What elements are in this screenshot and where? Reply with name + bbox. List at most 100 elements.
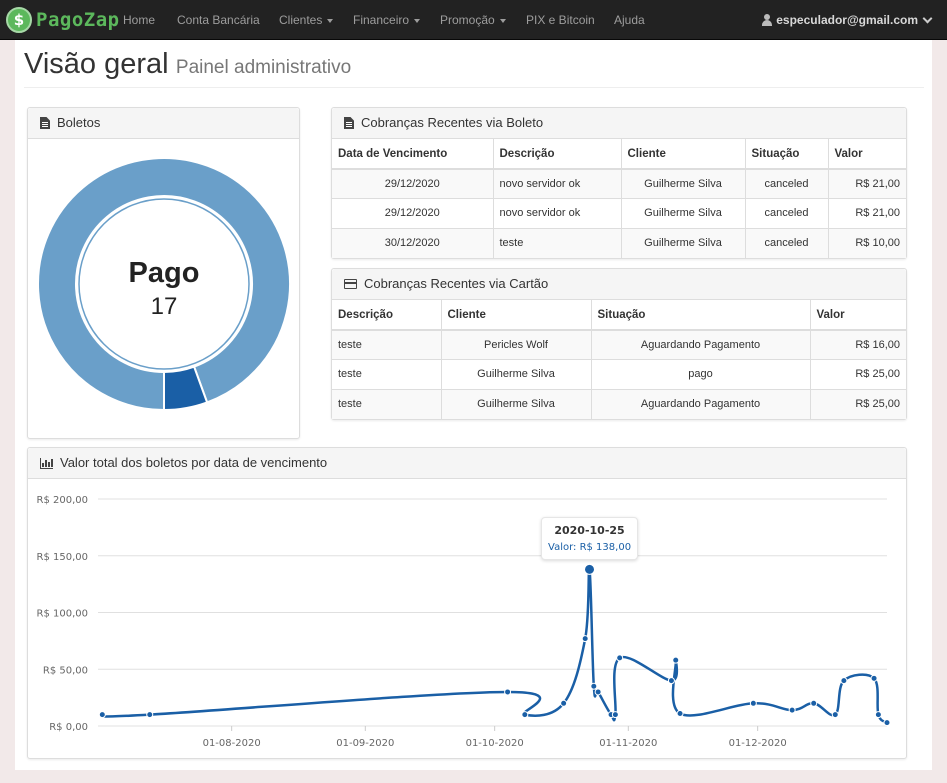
nav-conta-bancaria[interactable]: Conta Bancária bbox=[177, 0, 260, 40]
main-content: Visão geral Painel administrativo Boleto… bbox=[15, 40, 932, 770]
data-point[interactable] bbox=[504, 688, 512, 696]
cell-status: canceled bbox=[745, 168, 829, 199]
cell-due-date: 29/12/2020 bbox=[332, 198, 494, 228]
cell-description: novo servidor ok bbox=[493, 168, 622, 199]
column-header[interactable]: Situação bbox=[591, 300, 811, 331]
panel-title: Cobranças Recentes via Cartão bbox=[364, 276, 549, 291]
data-point[interactable] bbox=[581, 635, 589, 643]
series-points bbox=[98, 563, 891, 727]
data-point[interactable] bbox=[667, 677, 675, 685]
top-navbar: $ PagoZap Home Conta Bancária Clientes F… bbox=[0, 0, 947, 40]
column-header[interactable]: Cliente bbox=[621, 139, 746, 170]
cell-description: teste bbox=[332, 388, 442, 419]
panel-title: Valor total dos boletos por data de venc… bbox=[60, 455, 328, 470]
cell-due-date: 30/12/2020 bbox=[332, 227, 494, 258]
tooltip-title: 2020-10-25 bbox=[554, 524, 625, 538]
nav-pix-bitcoin[interactable]: PIX e Bitcoin bbox=[526, 0, 595, 40]
cell-amount: R$ 21,00 bbox=[828, 198, 906, 228]
data-point[interactable] bbox=[590, 682, 598, 690]
y-tick-label: R$ 0,00 bbox=[49, 722, 88, 733]
y-axis: R$ 0,00 R$ 50,00 R$ 100,00 R$ 150,00 R$ 200,… bbox=[37, 495, 88, 733]
table-row[interactable]: 29/12/2020 novo servidor ok Guilherme Si… bbox=[332, 168, 906, 199]
y-tick-label: R$ 100,00 bbox=[37, 609, 88, 620]
data-point[interactable] bbox=[788, 706, 796, 714]
data-point[interactable] bbox=[840, 677, 848, 685]
series-line bbox=[100, 567, 888, 724]
data-point[interactable] bbox=[810, 699, 818, 707]
boleto-charges-table: Data de Vencimento Descrição Cliente Sit… bbox=[332, 139, 906, 258]
data-point[interactable] bbox=[584, 563, 596, 575]
table-row[interactable]: 29/12/2020 novo servidor ok Guilherme Si… bbox=[332, 198, 906, 228]
boletos-value-chart-panel: Valor total dos boletos por data de venc… bbox=[27, 447, 907, 759]
cell-client: Guilherme Silva bbox=[621, 198, 746, 228]
column-header[interactable]: Data de Vencimento bbox=[332, 139, 494, 170]
cell-description: teste bbox=[493, 227, 622, 258]
data-point[interactable] bbox=[749, 699, 757, 707]
x-tick-label: 01-10-2020 bbox=[466, 738, 524, 749]
nav-home[interactable]: Home bbox=[123, 0, 155, 40]
data-point[interactable] bbox=[98, 711, 106, 719]
cell-status: Aguardando Pagamento bbox=[591, 388, 811, 419]
panel-title: Boletos bbox=[57, 115, 101, 130]
column-header[interactable]: Situação bbox=[745, 139, 829, 170]
data-point[interactable] bbox=[870, 674, 878, 682]
column-header[interactable]: Descrição bbox=[332, 300, 442, 331]
x-axis: 01-08-2020 01-09-2020 01-10-2020 01-11-2020… bbox=[203, 726, 787, 749]
data-point[interactable] bbox=[831, 711, 839, 719]
credit-card-icon bbox=[344, 279, 357, 289]
nav-ajuda[interactable]: Ajuda bbox=[614, 0, 645, 40]
user-icon bbox=[762, 14, 773, 26]
caret-down-icon bbox=[414, 18, 421, 23]
file-icon bbox=[344, 117, 354, 129]
line-chart: R$ 0,00 R$ 50,00 R$ 100,00 R$ 150,00 R$ 200,… bbox=[37, 495, 891, 749]
brand-name: PagoZap bbox=[36, 9, 120, 31]
panel-heading: Boletos bbox=[28, 108, 299, 139]
dollar-circle-icon: $ bbox=[6, 7, 32, 33]
column-header[interactable]: Valor bbox=[810, 300, 906, 331]
cell-amount: R$ 25,00 bbox=[810, 388, 906, 419]
data-point[interactable] bbox=[672, 656, 680, 664]
page-header: Visão geral Painel administrativo bbox=[24, 48, 924, 88]
data-point[interactable] bbox=[676, 710, 684, 718]
table-row[interactable]: 30/12/2020 teste Guilherme Silva cancele… bbox=[332, 227, 906, 258]
brand-link[interactable]: $ PagoZap bbox=[6, 6, 120, 34]
data-point[interactable] bbox=[874, 711, 882, 719]
data-point[interactable] bbox=[146, 711, 154, 719]
boleto-charges-panel: Cobranças Recentes via Boleto Data de Ve… bbox=[331, 107, 907, 259]
user-menu-dropdown[interactable]: especulador@gmail.com bbox=[762, 0, 933, 40]
caret-down-icon bbox=[327, 18, 334, 23]
cell-client: Guilherme Silva bbox=[621, 168, 746, 199]
panel-title: Cobranças Recentes via Boleto bbox=[361, 115, 544, 130]
data-point[interactable] bbox=[521, 711, 529, 719]
panel-heading: Cobranças Recentes via Boleto bbox=[332, 108, 906, 139]
cell-amount: R$ 16,00 bbox=[810, 329, 906, 360]
table-row[interactable]: teste Guilherme Silva pago R$ 25,00 bbox=[332, 359, 906, 389]
nav-promocao-dropdown[interactable]: Promoção bbox=[440, 0, 506, 40]
y-tick-label: R$ 200,00 bbox=[37, 495, 88, 506]
boletos-donut-chart: Pago 17 bbox=[37, 157, 291, 412]
data-point[interactable] bbox=[594, 688, 602, 696]
data-point[interactable] bbox=[560, 699, 568, 707]
table-row[interactable]: teste Guilherme Silva Aguardando Pagamen… bbox=[332, 388, 906, 419]
y-tick-label: R$ 150,00 bbox=[37, 552, 88, 563]
column-header[interactable]: Valor bbox=[828, 139, 906, 170]
table-row[interactable]: teste Pericles Wolf Aguardando Pagamento… bbox=[332, 329, 906, 360]
card-charges-panel: Cobranças Recentes via Cartão Descrição … bbox=[331, 268, 907, 420]
y-tick-label: R$ 50,00 bbox=[43, 665, 88, 676]
nav-financeiro-dropdown[interactable]: Financeiro bbox=[353, 0, 421, 40]
page-subtitle: Painel administrativo bbox=[175, 57, 352, 78]
cell-description: novo servidor ok bbox=[493, 198, 622, 228]
page-title: Visão geral bbox=[24, 48, 169, 80]
data-point[interactable] bbox=[883, 719, 891, 727]
cell-description: teste bbox=[332, 329, 442, 360]
column-header[interactable]: Cliente bbox=[441, 300, 592, 331]
cell-status: Aguardando Pagamento bbox=[591, 329, 811, 360]
data-point[interactable] bbox=[616, 654, 624, 662]
cell-client: Pericles Wolf bbox=[441, 329, 592, 360]
boletos-panel: Boletos Pago 17 bbox=[27, 107, 300, 439]
nav-clientes-dropdown[interactable]: Clientes bbox=[279, 0, 334, 40]
tooltip-value: Valor: R$ 138,00 bbox=[548, 542, 632, 554]
data-point[interactable] bbox=[611, 711, 619, 719]
donut-center-label: Pago bbox=[129, 257, 200, 289]
column-header[interactable]: Descrição bbox=[493, 139, 622, 170]
